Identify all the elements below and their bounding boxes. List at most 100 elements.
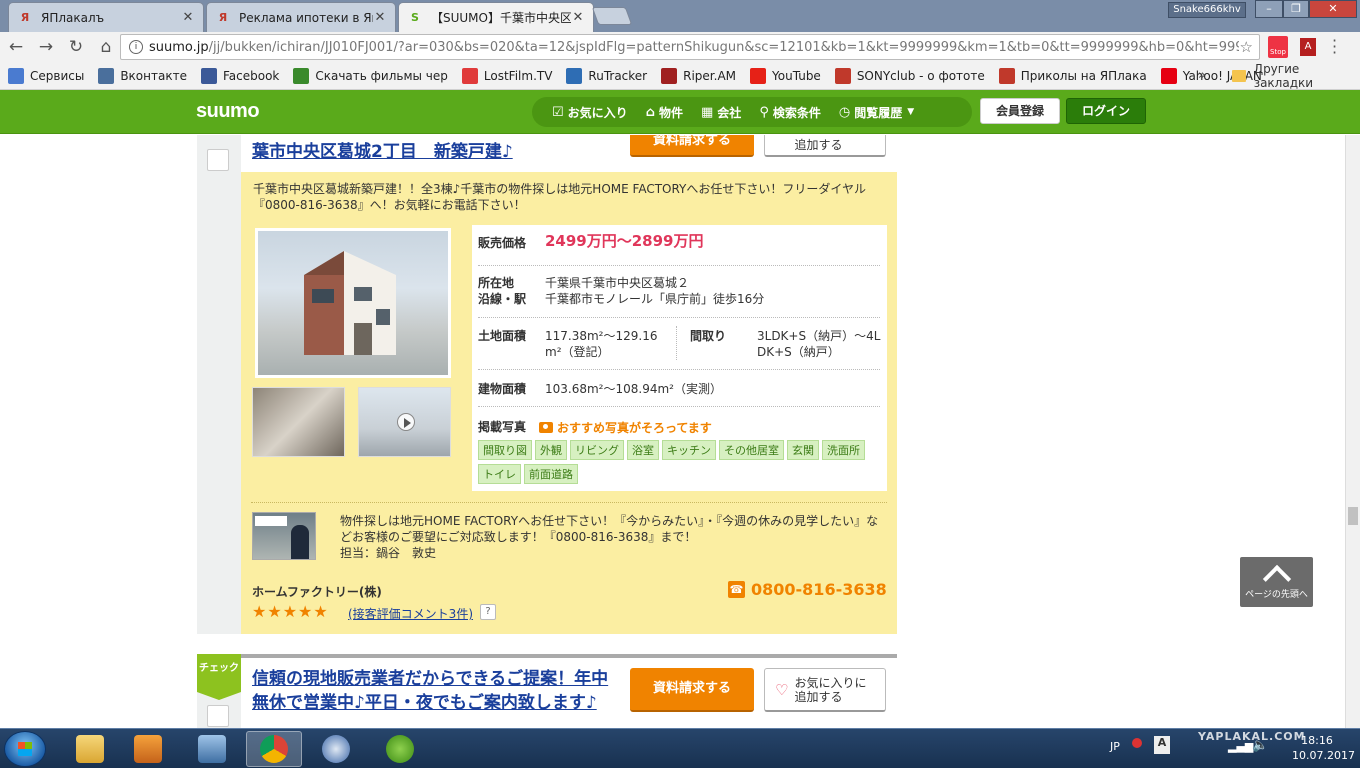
- info-icon[interactable]: i: [129, 40, 143, 54]
- maximize-button[interactable]: ❐: [1283, 0, 1309, 18]
- thumbnail-video[interactable]: [358, 387, 451, 457]
- main-photo[interactable]: [255, 228, 451, 378]
- bookmark-item[interactable]: Скачать фильмы чер: [293, 67, 448, 84]
- volume-icon[interactable]: 🔈: [1252, 738, 1268, 753]
- nav-company[interactable]: ▦ 会社: [701, 104, 741, 121]
- clock[interactable]: 18:16 10.07.2017: [1292, 733, 1355, 763]
- nav-favorites[interactable]: ☑ お気に入り: [552, 104, 628, 121]
- tab-suumo[interactable]: S 【SUUMO】千葉市中央区 ✕: [398, 2, 594, 32]
- back-to-top-button[interactable]: ページの先頭へ: [1240, 557, 1313, 607]
- page-scrollbar[interactable]: [1345, 135, 1360, 728]
- stop-extension-icon[interactable]: Stop: [1268, 36, 1288, 58]
- nav-search-conditions[interactable]: ⚲ 検索条件: [759, 104, 821, 121]
- price-value: 2499万円～2899万円: [545, 232, 704, 250]
- minimize-button[interactable]: –: [1255, 0, 1283, 18]
- clock-time: 18:16: [1301, 734, 1333, 747]
- bookmark-favicon-icon: [8, 67, 24, 84]
- photo-tag[interactable]: トイレ: [478, 464, 521, 484]
- other-bookmarks[interactable]: Другие закладки: [1232, 62, 1360, 90]
- listing-checkbox[interactable]: [207, 705, 229, 727]
- photo-tag[interactable]: その他居室: [719, 440, 784, 460]
- chevron-down-icon: ▼: [907, 107, 915, 117]
- suumo-logo[interactable]: suumo: [196, 100, 260, 123]
- nav-history[interactable]: ◷ 閲覧履歴 ▼: [839, 104, 914, 121]
- request-info-button[interactable]: 資料請求する: [630, 135, 754, 157]
- nav-label: 閲覧履歴: [854, 105, 903, 120]
- listing-checkbox[interactable]: [207, 149, 229, 171]
- photo-tag[interactable]: キッチン: [662, 440, 716, 460]
- bookmark-label: Вконтакте: [120, 68, 187, 83]
- bookmark-item[interactable]: Сервисы: [8, 67, 84, 84]
- nav-property[interactable]: ⌂ 物件: [646, 104, 683, 121]
- mail-app-icon[interactable]: [308, 731, 364, 767]
- bookmark-favicon-icon: [1160, 67, 1177, 84]
- bookmark-item[interactable]: YouTube: [750, 67, 821, 84]
- pdf-extension-icon[interactable]: A: [1300, 38, 1316, 56]
- forward-arrow-icon[interactable]: →: [32, 33, 60, 61]
- close-icon[interactable]: ✕: [181, 10, 195, 25]
- new-tab-button[interactable]: [591, 7, 633, 25]
- bookmark-item[interactable]: Riper.AM: [661, 67, 736, 84]
- reload-icon[interactable]: ↻: [62, 33, 90, 61]
- building-value: 103.68m²～108.94m²（実測）: [545, 382, 722, 396]
- bookmark-label: LostFilm.TV: [483, 68, 553, 83]
- ime-icon[interactable]: A: [1154, 736, 1170, 754]
- bookmark-star-icon[interactable]: ☆: [1240, 38, 1253, 56]
- bookmark-item[interactable]: Вконтакте: [98, 67, 187, 84]
- notification-icon[interactable]: [1132, 738, 1142, 748]
- request-info-button[interactable]: 資料請求する: [630, 668, 754, 712]
- listing-title[interactable]: 信頼の現地販売業者だからできるご提案！年中無休で営業中♪平日・夜でもご案内致しま…: [252, 667, 612, 715]
- utorrent-app-icon[interactable]: [372, 731, 428, 767]
- add-favorite-button[interactable]: ♡ お気に入りに 追加する: [764, 668, 886, 712]
- browser-menu-icon[interactable]: · · ·: [1332, 33, 1337, 61]
- back-arrow-icon[interactable]: ←: [2, 33, 30, 61]
- tab-yaplakal[interactable]: Я ЯПлакалъ ✕: [8, 2, 204, 32]
- photo-tag[interactable]: 浴室: [627, 440, 659, 460]
- photo-tag[interactable]: 外観: [535, 440, 567, 460]
- thumbnail-photo[interactable]: [252, 387, 345, 457]
- agent-photo: [252, 512, 316, 560]
- bookmark-item[interactable]: Facebook: [200, 67, 279, 84]
- review-link[interactable]: (接客評価コメント3件): [348, 605, 473, 622]
- tab-title: ЯПлакалъ: [41, 10, 105, 25]
- computer-app-icon[interactable]: [184, 731, 240, 767]
- photo-tag[interactable]: 間取り図: [478, 440, 532, 460]
- explorer-app-icon[interactable]: [62, 731, 118, 767]
- bookmark-item[interactable]: SONYclub - о фототе: [834, 67, 985, 84]
- photo-tag[interactable]: 洗面所: [822, 440, 865, 460]
- spec-label: 販売価格: [478, 236, 527, 250]
- bookmark-favicon-icon: [834, 67, 851, 84]
- tab-mortgage[interactable]: Я Реклама ипотеки в Япон ✕: [206, 2, 396, 32]
- spec-row-location: 所在地 沿線・駅 千葉県千葉市中央区葛城２ 千葉都市モノレール「県庁前」徒歩16…: [478, 266, 880, 318]
- bookmarks-overflow-button[interactable]: »: [1198, 68, 1206, 83]
- network-icon[interactable]: ▂▄▆: [1228, 740, 1253, 753]
- start-button[interactable]: [4, 731, 46, 767]
- login-button[interactable]: ログイン: [1066, 98, 1146, 124]
- language-indicator[interactable]: JP: [1110, 740, 1120, 753]
- play-icon[interactable]: [397, 413, 415, 431]
- register-button[interactable]: 会員登録: [980, 98, 1060, 124]
- scrollbar-thumb[interactable]: [1348, 507, 1358, 525]
- address-bar[interactable]: i suumo.jp/jj/bukken/ichiran/JJ010FJ001/…: [120, 34, 1260, 60]
- photo-tag[interactable]: 前面道路: [524, 464, 578, 484]
- chrome-app-icon[interactable]: [246, 731, 302, 767]
- help-icon[interactable]: ?: [480, 604, 496, 620]
- profile-button[interactable]: Snake666khv: [1168, 2, 1246, 18]
- add-favorite-button[interactable]: ♡ 追加する: [764, 135, 886, 157]
- photo-tag[interactable]: 玄関: [787, 440, 819, 460]
- spec-table: 販売価格 2499万円～2899万円 所在地 沿線・駅 千葉県千葉市中央区葛城２…: [472, 225, 887, 491]
- bookmark-item[interactable]: LostFilm.TV: [461, 67, 553, 84]
- listing-title[interactable]: 葉市中央区葛城2丁目 新築戸建♪: [252, 137, 513, 162]
- add-favorite-label: お気に入りに 追加する: [794, 676, 866, 704]
- bookmark-label: SONYclub - о фототе: [856, 68, 985, 83]
- close-icon[interactable]: ✕: [571, 10, 585, 25]
- home-icon[interactable]: ⌂: [92, 33, 120, 61]
- bookmark-item[interactable]: RuTracker: [566, 67, 647, 84]
- close-icon[interactable]: ✕: [373, 10, 387, 25]
- listing-separator: [197, 654, 897, 658]
- bookmark-label: YouTube: [772, 68, 821, 83]
- media-player-app-icon[interactable]: [120, 731, 176, 767]
- photo-tag[interactable]: リビング: [570, 440, 624, 460]
- window-close-button[interactable]: ✕: [1309, 0, 1357, 18]
- bookmark-item[interactable]: Приколы на ЯПлака: [998, 67, 1147, 84]
